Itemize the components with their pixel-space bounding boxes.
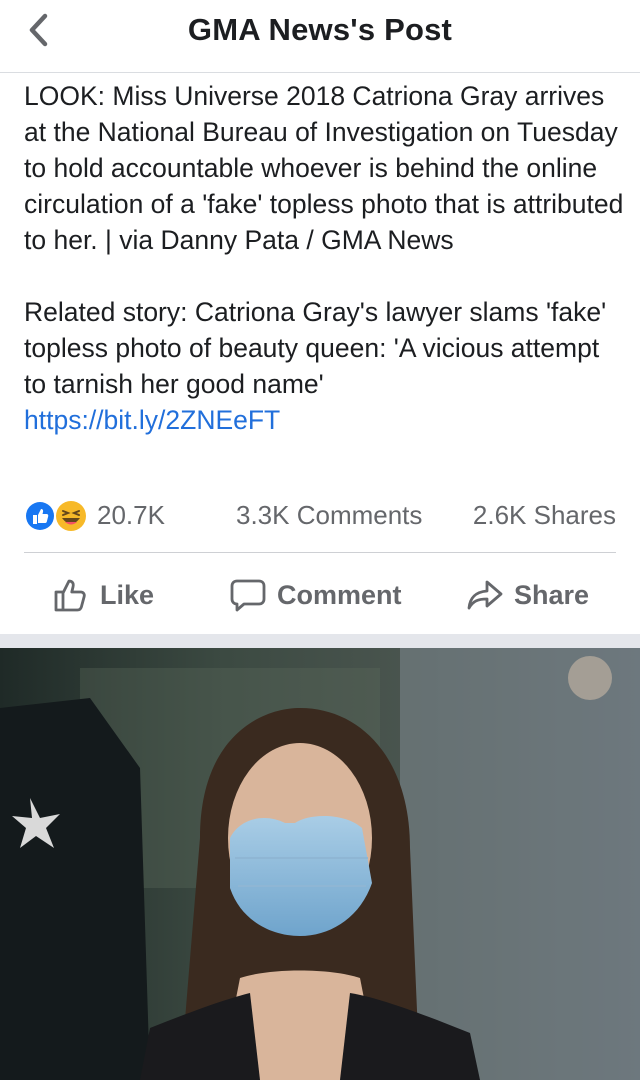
haha-reaction-icon xyxy=(56,501,86,531)
comment-label: Comment xyxy=(277,579,402,610)
engagement-stats: 20.7K 3.3K Comments 2.6K Shares xyxy=(24,494,616,538)
share-arrow-icon xyxy=(467,580,503,610)
post-caption: LOOK: Miss Universe 2018 Catriona Gray a… xyxy=(24,81,624,255)
story-link[interactable]: https://bit.ly/2ZNEeFT xyxy=(24,405,280,435)
thumbs-up-icon xyxy=(54,579,86,612)
related-story-label: Related story: Catriona Gray's lawyer sl… xyxy=(24,297,607,399)
shares-count[interactable]: 2.6K Shares xyxy=(473,500,616,531)
share-button[interactable]: Share xyxy=(466,570,589,620)
post-body: LOOK: Miss Universe 2018 Catriona Gray a… xyxy=(24,78,624,438)
background-person-right xyxy=(400,648,640,1080)
comments-count[interactable]: 3.3K Comments xyxy=(236,500,422,531)
related-story-text: Related story: Catriona Gray's lawyer sl… xyxy=(24,294,624,438)
reaction-icons[interactable] xyxy=(24,500,90,532)
divider xyxy=(24,552,616,553)
page-title: GMA News's Post xyxy=(187,12,453,47)
like-button[interactable]: Like xyxy=(52,570,154,620)
reaction-count[interactable]: 20.7K xyxy=(97,500,165,531)
comment-bubble-icon xyxy=(230,579,266,612)
top-bar: GMA News's Post xyxy=(0,0,640,73)
action-bar: Like Comment Share xyxy=(0,560,640,630)
section-separator xyxy=(0,634,640,648)
like-label: Like xyxy=(100,579,155,610)
like-reaction-icon xyxy=(24,500,56,532)
post-photo[interactable] xyxy=(0,648,640,1080)
comment-button[interactable]: Comment xyxy=(229,570,402,620)
background-person-left xyxy=(0,698,150,1080)
share-label: Share xyxy=(514,579,590,610)
